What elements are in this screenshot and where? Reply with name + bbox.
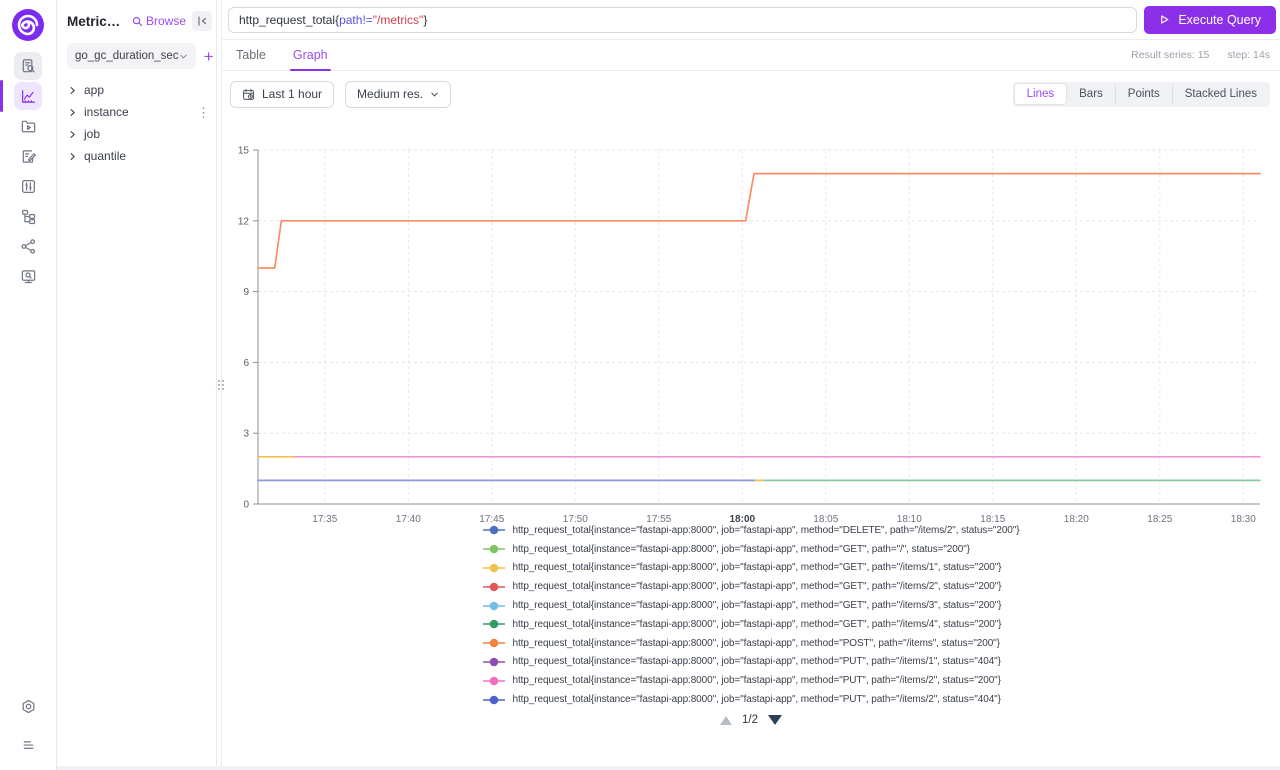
execute-query-button[interactable]: Execute Query — [1144, 6, 1276, 34]
browse-button[interactable]: Browse — [132, 14, 186, 28]
chevron-right-icon — [68, 152, 77, 161]
view-mode-stacked-lines[interactable]: Stacked Lines — [1172, 84, 1269, 104]
chevron-right-icon — [68, 86, 77, 95]
tree-icon[interactable] — [14, 202, 42, 230]
chevron-down-icon — [179, 52, 188, 61]
monitor-search-icon[interactable] — [14, 262, 42, 290]
rail-bottom-icons — [14, 692, 42, 760]
tree-item-quantile[interactable]: quantile — [57, 145, 216, 167]
tab-graph[interactable]: Graph — [293, 40, 328, 70]
legend-item[interactable]: http_request_total{instance="fastapi-app… — [483, 671, 1020, 690]
note-edit-icon[interactable] — [14, 142, 42, 170]
metrics-chart-icon[interactable] — [14, 82, 42, 110]
tree-item-app[interactable]: app — [57, 79, 216, 101]
legend-item[interactable]: http_request_total{instance="fastapi-app… — [483, 634, 1020, 653]
menu-icon[interactable] — [14, 730, 42, 758]
legend-pagination: 1/2 — [222, 714, 1280, 726]
result-series-count: Result series: 15 — [1131, 49, 1209, 61]
y-axis-label: 12 — [238, 216, 250, 227]
legend-item[interactable]: http_request_total{instance="fastapi-app… — [483, 615, 1020, 634]
page-down-button[interactable] — [768, 715, 782, 725]
app-logo[interactable] — [11, 8, 45, 42]
panel-title: Metrics Query — [67, 14, 126, 29]
add-metric-button[interactable]: + — [204, 48, 214, 65]
equalizer-icon[interactable] — [14, 172, 42, 200]
page-up-button[interactable] — [720, 716, 732, 725]
legend-marker-icon — [483, 638, 505, 648]
view-mode-lines[interactable]: Lines — [1015, 84, 1067, 104]
y-axis-label: 15 — [238, 146, 250, 157]
query-bar: http_request_total{path!="/metrics"} Exe… — [222, 0, 1280, 40]
panel-resize-handle[interactable] — [216, 376, 225, 393]
y-axis-label: 3 — [243, 429, 249, 440]
query-input[interactable]: http_request_total{path!="/metrics"} — [228, 7, 1137, 33]
row-menu-icon[interactable]: ⋮ — [197, 106, 210, 119]
query-token: http_request_total{ — [239, 13, 339, 27]
legend-item[interactable]: http_request_total{instance="fastapi-app… — [483, 540, 1020, 559]
horizontal-scrollbar-track[interactable] — [57, 766, 1280, 770]
chevron-right-icon — [68, 108, 77, 117]
tree-item-job[interactable]: job — [57, 123, 216, 145]
tab-table[interactable]: Table — [236, 40, 266, 70]
view-mode-points[interactable]: Points — [1115, 84, 1172, 104]
query-token: path — [339, 13, 362, 27]
legend-marker-icon — [483, 601, 505, 611]
legend-marker-icon — [483, 525, 505, 535]
calendar-clock-icon — [242, 88, 255, 101]
rail-icon-list — [14, 52, 42, 292]
chevron-right-icon — [68, 130, 77, 139]
result-info: Result series: 15 step: 14s — [1131, 40, 1270, 70]
time-range-button[interactable]: Last 1 hour — [230, 81, 334, 108]
chevron-down-icon — [430, 90, 439, 99]
graph-controls: Last 1 hour Medium res. LinesBarsPointsS… — [222, 80, 1280, 108]
chart-legend: http_request_total{instance="fastapi-app… — [222, 521, 1280, 710]
legend-item[interactable]: http_request_total{instance="fastapi-app… — [483, 521, 1020, 540]
label-tree: appinstance⋮jobquantile — [57, 79, 216, 167]
log-search-icon[interactable] — [14, 52, 42, 80]
view-mode-switch: LinesBarsPointsStacked Lines — [1013, 82, 1270, 107]
result-tabs: Table Graph Result series: 15 step: 14s — [222, 40, 1280, 71]
y-axis-label: 6 — [243, 358, 249, 369]
legend-marker-icon — [483, 563, 505, 573]
legend-marker-icon — [483, 544, 505, 554]
page-indicator: 1/2 — [742, 714, 758, 726]
legend-marker-icon — [483, 619, 505, 629]
metric-select[interactable]: go_gc_duration_sec — [67, 43, 196, 69]
panel-header: Metrics Query Browse — [57, 0, 216, 41]
play-icon — [1159, 14, 1170, 25]
result-step: step: 14s — [1227, 49, 1270, 61]
metric-select-row: go_gc_duration_sec + — [57, 41, 216, 79]
query-token: != — [362, 13, 372, 27]
legend-item[interactable]: http_request_total{instance="fastapi-app… — [483, 577, 1020, 596]
view-mode-bars[interactable]: Bars — [1067, 84, 1115, 104]
legend-item[interactable]: http_request_total{instance="fastapi-app… — [483, 596, 1020, 615]
collapse-left-icon — [196, 15, 208, 27]
y-axis-label: 9 — [243, 287, 249, 298]
tree-item-instance[interactable]: instance⋮ — [57, 101, 216, 123]
metrics-chart[interactable]: 0369121517:3517:4017:4517:5017:5518:0018… — [226, 146, 1272, 528]
folder-media-icon[interactable] — [14, 112, 42, 140]
query-token: } — [423, 13, 427, 27]
gear-icon[interactable] — [14, 692, 42, 720]
tab-list: Table Graph — [236, 40, 355, 70]
legend-item[interactable]: http_request_total{instance="fastapi-app… — [483, 653, 1020, 672]
legend-item[interactable]: http_request_total{instance="fastapi-app… — [483, 559, 1020, 578]
network-icon[interactable] — [14, 232, 42, 260]
y-axis-label: 0 — [243, 500, 249, 511]
legend-marker-icon — [483, 695, 505, 705]
main-content: http_request_total{path!="/metrics"} Exe… — [221, 0, 1280, 770]
query-token: "/metrics" — [373, 13, 424, 27]
legend-marker-icon — [483, 582, 505, 592]
nav-rail — [0, 0, 57, 770]
metrics-query-panel: Metrics Query Browse go_gc_duration_sec … — [57, 0, 217, 770]
search-icon — [132, 16, 143, 27]
legend-marker-icon — [483, 657, 505, 667]
collapse-panel-button[interactable] — [192, 11, 212, 31]
legend-marker-icon — [483, 676, 505, 686]
resolution-select[interactable]: Medium res. — [345, 81, 451, 108]
graph-area: 0369121517:3517:4017:4517:5017:5518:0018… — [226, 146, 1272, 528]
legend-item[interactable]: http_request_total{instance="fastapi-app… — [483, 690, 1020, 709]
